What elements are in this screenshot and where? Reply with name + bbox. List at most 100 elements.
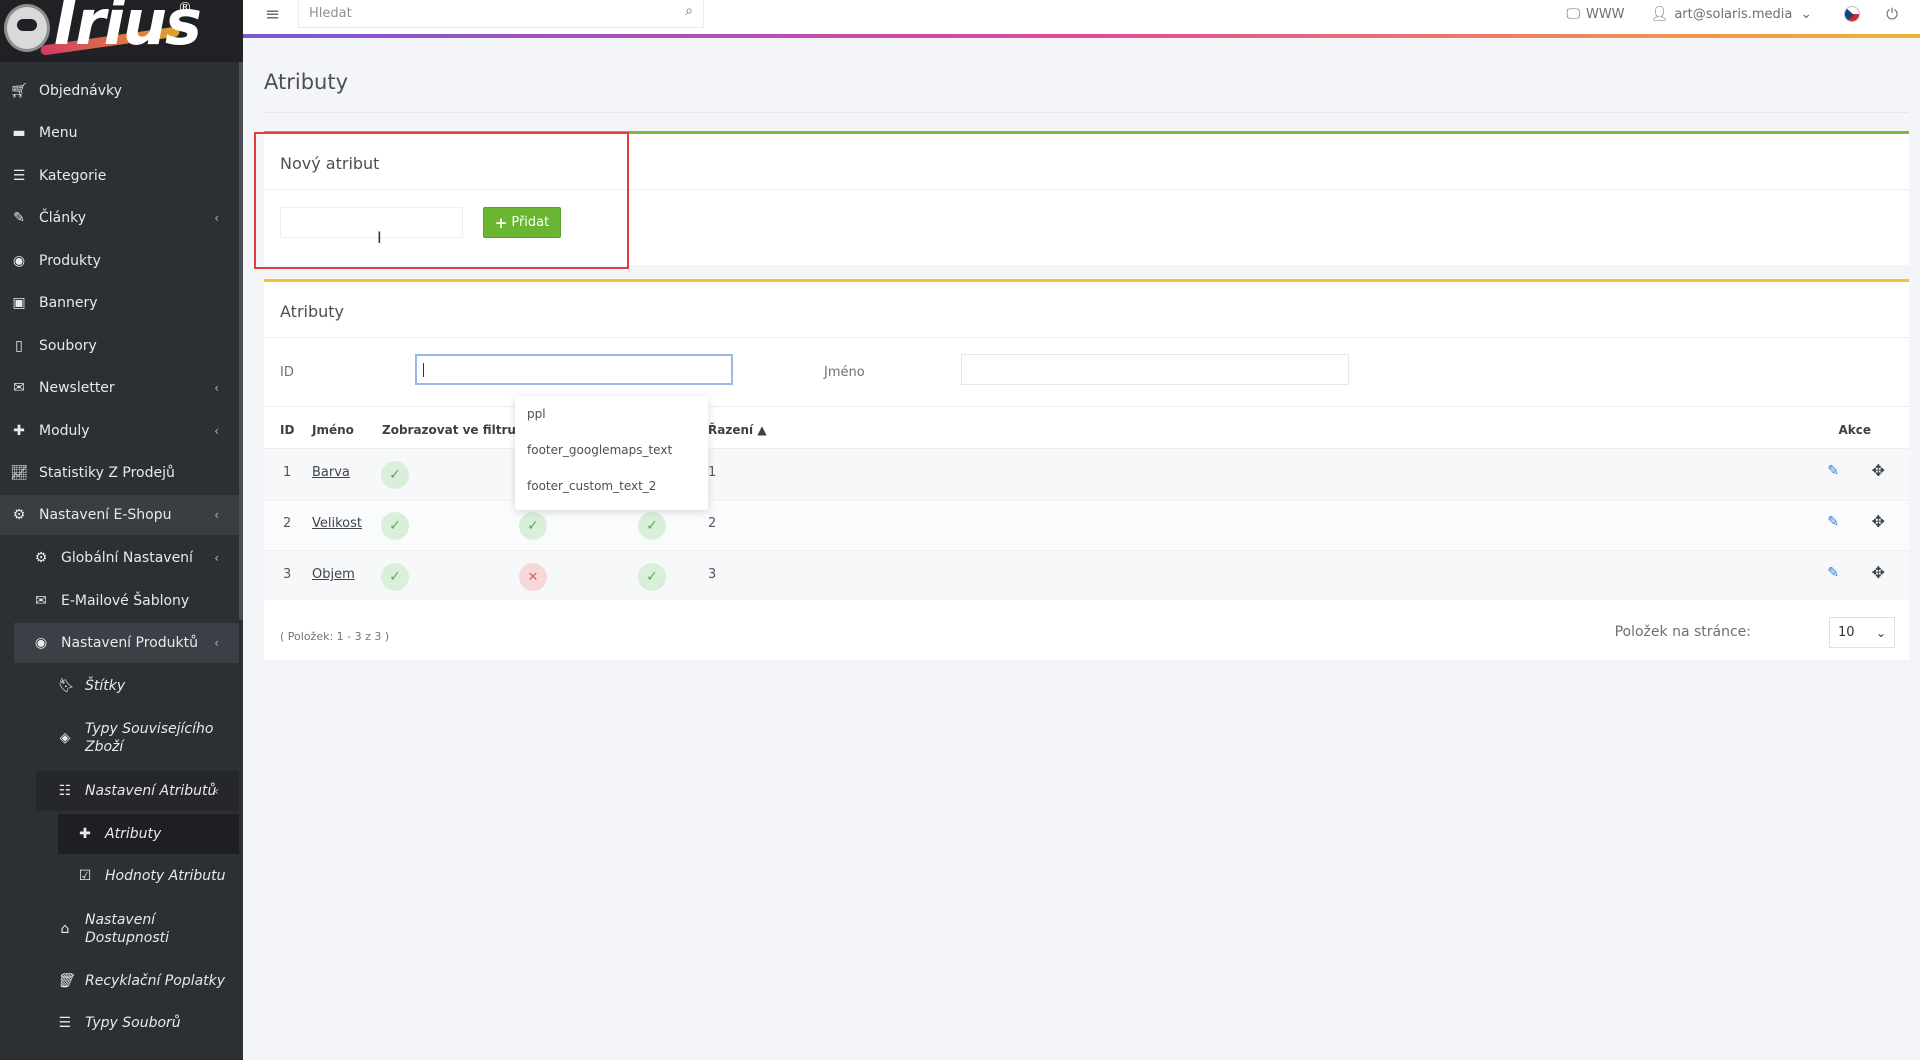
registered-icon: ® — [178, 0, 192, 16]
settings-group-icon: ⚙ — [12, 507, 26, 523]
sidebar-item-moduly[interactable]: ✚ Moduly ‹ — [0, 411, 239, 451]
row-id: 1 — [283, 465, 292, 480]
row-name-link[interactable]: Velikost — [312, 516, 362, 531]
check-icon: ✓ — [381, 461, 409, 489]
filter-id-label: ID — [280, 365, 294, 380]
autocomplete-option[interactable]: footer_custom_text_2 — [527, 479, 656, 493]
check-icon: ✓ — [638, 512, 666, 540]
sidebar-item-nastaveni-atributu[interactable]: ☷ Nastavení Atributů ‹ — [36, 771, 239, 811]
autocomplete-option[interactable]: footer_googlemaps_text — [527, 443, 672, 457]
move-icon[interactable]: ✥ — [1872, 563, 1885, 582]
sidebar-item-soubory[interactable]: ▯ Soubory — [0, 326, 239, 366]
cart-icon: 🛒︎ — [10, 83, 28, 99]
list-icon: ☰ — [12, 168, 26, 184]
per-page-select[interactable]: 10 ⌄ — [1829, 617, 1895, 648]
user-menu[interactable]: 👤︎ art@solaris.media ⌄ — [1651, 6, 1819, 22]
table-row: 3 Objem ✓ ✕ ✓ 3 ✎ ✥ — [264, 550, 1909, 600]
page-title: Atributy — [264, 70, 348, 94]
topbar: ≡ ⌕ 🖵︎ WWW 👤︎ art@solaris.media ⌄ ⏻ — [243, 0, 1920, 38]
edit-icon[interactable]: ✎ — [1827, 565, 1839, 581]
sidebar-item-label: Atributy — [105, 826, 162, 842]
sidebar-item-globalni-nastaveni[interactable]: ⚙ Globální Nastavení ‹ — [0, 538, 239, 578]
sidebar-item-label: Hodnoty Atributu — [105, 868, 226, 884]
search-input[interactable] — [299, 0, 669, 26]
row-sort: 3 — [708, 567, 717, 582]
search-icon[interactable]: ⌕ — [685, 3, 693, 19]
sidebar-item-nastaveni-produktu[interactable]: ◉ Nastavení Produktů ‹ — [14, 623, 239, 663]
plus-icon: ✚ — [79, 826, 91, 842]
sidebar-item-clanky[interactable]: ✎ Články ‹ — [0, 198, 239, 238]
check-icon: ✓ — [519, 512, 547, 540]
topbar-right: 🖵︎ WWW 👤︎ art@solaris.media ⌄ ⏻ — [1566, 0, 1920, 28]
row-sort: 2 — [708, 516, 717, 531]
column-header-id[interactable]: ID — [280, 423, 294, 437]
sidebar-item-newsletter[interactable]: ✉ Newsletter ‹ — [0, 368, 239, 408]
chevron-left-icon: ‹ — [214, 508, 219, 522]
pencil-icon: ✎ — [13, 210, 25, 226]
sidebar-item-atributy[interactable]: ✚ Atributy — [58, 814, 239, 854]
divider — [264, 337, 1909, 338]
sidebar-item-stitky[interactable]: 🔖︎ Štítky — [0, 666, 239, 706]
filter-name-input[interactable] — [961, 354, 1349, 385]
sidebar-item-emailove-sablony[interactable]: ✉ E-Mailové Šablony — [0, 581, 239, 621]
sliders-icon: ☷ — [58, 783, 72, 799]
move-icon[interactable]: ✥ — [1872, 461, 1885, 480]
edit-icon[interactable]: ✎ — [1827, 514, 1839, 530]
chevron-left-icon: ‹ — [214, 381, 219, 395]
home-icon: ⌂ — [60, 921, 70, 937]
language-switch[interactable] — [1844, 6, 1861, 22]
sidebar-item-nastaveni-dostupnosti[interactable]: ⌂ Nastavení Dostupnosti — [0, 905, 239, 953]
sidebar-item-nastaveni-eshopu[interactable]: ⚙ Nastavení E-Shopu ‹ — [0, 495, 239, 535]
search-box: ⌕ — [298, 0, 704, 28]
logo[interactable]: Irius ® — [0, 0, 243, 62]
edit-icon[interactable]: ✎ — [1827, 463, 1839, 479]
sidebar-item-label: Statistiky Z Prodejů — [39, 465, 175, 481]
sidebar-scrollbar[interactable] — [239, 60, 243, 620]
sidebar-item-label: Objednávky — [39, 83, 122, 99]
hamburger-menu-icon[interactable]: ≡ — [265, 4, 280, 25]
row-name-link[interactable]: Barva — [312, 465, 350, 480]
autocomplete-option[interactable]: ppl — [527, 407, 546, 421]
attributes-title: Atributy — [280, 302, 344, 321]
move-icon[interactable]: ✥ — [1872, 512, 1885, 531]
column-header-sort[interactable]: Řazení ▲ — [708, 423, 767, 437]
sidebar-item-typy-souboru[interactable]: ☰ Typy Souborů — [0, 1003, 239, 1043]
chevron-left-icon: ‹ — [214, 551, 219, 565]
newsletter-icon: ✉ — [13, 380, 25, 396]
column-header-name[interactable]: Jméno — [312, 423, 354, 437]
sidebar-item-recyklacni-poplatky[interactable]: 🗑︎ Recyklační Poplatky — [0, 961, 239, 1001]
sidebar-item-bannery[interactable]: ▣ Bannery — [0, 283, 239, 323]
attributes-card: Atributy ID Jméno ID Jméno Zobrazovat ve… — [264, 279, 1909, 660]
puzzle-icon: ✚ — [13, 423, 25, 439]
power-icon[interactable]: ⏻ — [1886, 5, 1898, 23]
sidebar-item-typy-souvisejiciho-zbozi[interactable]: ◈ Typy Souvisejícího Zboží — [0, 714, 239, 762]
sidebar-item-label: Články — [39, 210, 87, 226]
sidebar-item-menu[interactable]: ▬ Menu — [0, 113, 239, 153]
sidebar-item-objednavky[interactable]: 🛒︎ Objednávky — [0, 71, 239, 111]
check-icon: ✓ — [381, 512, 409, 540]
sidebar-item-label: Nastavení Dostupnosti — [85, 912, 169, 946]
sidebar-item-statistiky[interactable]: 📈︎ Statistiky Z Prodejů — [0, 453, 239, 493]
cross-icon: ✕ — [519, 563, 547, 591]
autocomplete-dropdown: ppl footer_googlemaps_text footer_custom… — [515, 396, 708, 510]
check-icon: ✓ — [381, 563, 409, 591]
sidebar-item-label: E-Mailové Šablony — [61, 593, 190, 609]
row-name-link[interactable]: Objem — [312, 567, 355, 582]
sidebar-item-hodnoty-atributu[interactable]: ☑ Hodnoty Atributu — [0, 856, 239, 896]
bookmark-icon: 🔖︎ — [56, 678, 74, 694]
file-icon: ▯ — [15, 338, 23, 354]
chevron-down-icon: ⌄ — [1800, 6, 1813, 22]
www-link[interactable]: 🖵︎ WWW — [1566, 6, 1624, 22]
sidebar-item-produkty[interactable]: ◉ Produkty — [0, 241, 239, 281]
sidebar-item-kategorie[interactable]: ☰ Kategorie — [0, 156, 239, 196]
filter-id-input[interactable] — [415, 354, 733, 385]
sidebar-item-label: Soubory — [39, 338, 97, 354]
column-header-show-in-filter[interactable]: Zobrazovat ve filtru — [382, 423, 516, 437]
sidebar-item-label: Recyklační Poplatky — [85, 973, 226, 989]
row-id: 2 — [283, 516, 292, 531]
sidebar-item-label: Bannery — [39, 295, 98, 311]
sidebar-item-label: Štítky — [85, 678, 126, 694]
checkbox-icon: ☑ — [78, 868, 92, 884]
gear-icon: ⚙ — [34, 550, 48, 566]
sidebar-item-label: Kategorie — [39, 168, 107, 184]
